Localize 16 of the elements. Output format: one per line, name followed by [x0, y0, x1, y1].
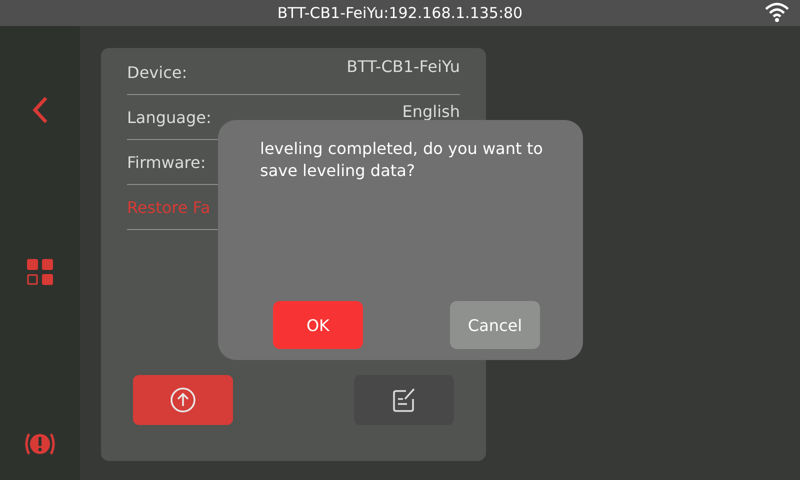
row-label: Device: [127, 62, 188, 82]
ok-button[interactable]: OK [273, 301, 363, 349]
status-title: BTT-CB1-FeiYu:192.168.1.135:80 [277, 4, 523, 22]
cancel-button[interactable]: Cancel [450, 301, 540, 349]
row-label: Language: [127, 108, 212, 126]
restore-link[interactable]: Restore Fa [127, 198, 210, 216]
row-value: BTT-CB1-FeiYu [346, 58, 460, 75]
edit-button[interactable] [354, 375, 454, 425]
dialog-message: leveling completed, do you want to save leveling data? [260, 138, 543, 182]
wifi-icon [764, 2, 790, 22]
alert-icon [24, 432, 56, 456]
edit-icon [392, 387, 416, 413]
row-value: English [402, 103, 460, 120]
upload-button[interactable] [133, 375, 233, 425]
grid-icon [26, 258, 54, 286]
row-label: Firmware: [127, 152, 206, 172]
